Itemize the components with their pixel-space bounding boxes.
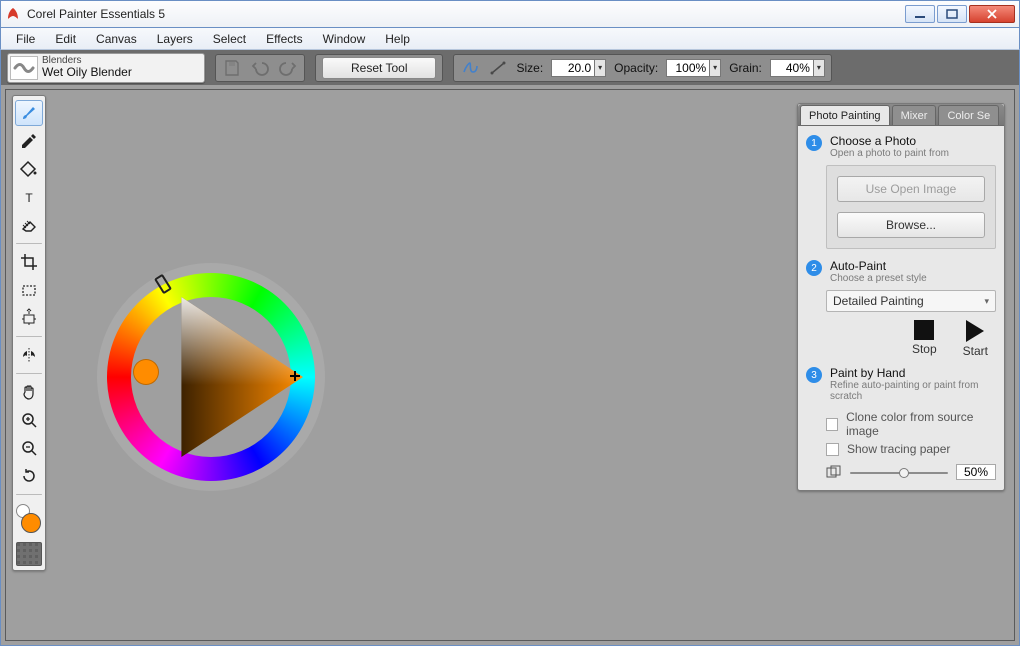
current-color-indicator	[133, 359, 159, 385]
straight-stroke-icon[interactable]	[488, 58, 508, 78]
app-title: Corel Painter Essentials 5	[27, 7, 905, 21]
toolbox: T	[12, 95, 46, 571]
step-1-sub: Open a photo to paint from	[830, 148, 949, 159]
size-input[interactable]	[551, 59, 595, 77]
stop-button[interactable]: Stop	[912, 320, 937, 358]
brush-name: Wet Oily Blender	[42, 66, 132, 79]
paper-swatch[interactable]	[16, 542, 42, 566]
step-3-badge: 3	[806, 367, 822, 383]
sv-marker[interactable]	[290, 371, 300, 381]
use-open-image-button[interactable]: Use Open Image	[837, 176, 985, 202]
menu-file[interactable]: File	[7, 30, 44, 48]
menubar: File Edit Canvas Layers Select Effects W…	[0, 28, 1020, 50]
preset-select[interactable]: Detailed Painting	[826, 290, 996, 312]
stop-label: Stop	[912, 342, 937, 356]
grain-label: Grain:	[729, 61, 762, 75]
menu-edit[interactable]: Edit	[46, 30, 85, 48]
tracing-paper-label: Show tracing paper	[847, 442, 950, 456]
paint-bucket-tool[interactable]	[15, 156, 43, 182]
tab-mixer[interactable]: Mixer	[892, 105, 937, 125]
panel-tabs: Photo Painting Mixer Color Se	[798, 104, 1004, 126]
start-label: Start	[963, 344, 988, 358]
clone-color-label: Clone color from source image	[846, 410, 996, 438]
photo-painting-panel: Photo Painting Mixer Color Se 1 Choose a…	[797, 103, 1005, 491]
dropper-tool[interactable]	[15, 128, 43, 154]
separator	[16, 373, 42, 374]
magnifier-out-tool[interactable]	[15, 435, 43, 461]
menu-layers[interactable]: Layers	[148, 30, 202, 48]
tab-photo-painting[interactable]: Photo Painting	[800, 105, 890, 125]
clone-color-checkbox[interactable]: Clone color from source image	[826, 410, 996, 438]
step-1-title: Choose a Photo	[830, 134, 949, 148]
checkbox-icon	[826, 443, 839, 456]
undo-icon	[250, 58, 270, 78]
minimize-button[interactable]	[905, 5, 935, 23]
opacity-input[interactable]	[666, 59, 710, 77]
browse-button[interactable]: Browse...	[837, 212, 985, 238]
tab-color-set[interactable]: Color Se	[938, 105, 999, 125]
menu-canvas[interactable]: Canvas	[87, 30, 146, 48]
workspace: T Photo Painting Mixer	[0, 85, 1020, 646]
transform-tool[interactable]	[15, 305, 43, 331]
separator	[16, 243, 42, 244]
color-wheel[interactable]	[97, 263, 325, 491]
step-2-sub: Choose a preset style	[830, 273, 927, 284]
step-2-title: Auto-Paint	[830, 259, 927, 273]
text-tool[interactable]: T	[15, 184, 43, 210]
redo-icon	[278, 58, 298, 78]
grain-dropdown[interactable]	[813, 59, 825, 77]
opacity-label: Opacity:	[614, 61, 658, 75]
brush-selector[interactable]: Blenders Wet Oily Blender	[7, 53, 205, 83]
step-1-badge: 1	[806, 135, 822, 151]
foreground-color-swatch[interactable]	[21, 513, 41, 533]
stop-icon	[914, 320, 934, 340]
tracing-opacity-value[interactable]: 50%	[956, 464, 996, 480]
color-swatch[interactable]	[15, 504, 43, 536]
menu-window[interactable]: Window	[314, 30, 375, 48]
brush-tool[interactable]	[15, 100, 43, 126]
tracing-paper-checkbox[interactable]: Show tracing paper	[826, 442, 996, 456]
start-button[interactable]: Start	[963, 320, 988, 358]
tracing-opacity-icon	[826, 465, 842, 479]
separator	[16, 336, 42, 337]
step-3-sub: Refine auto-painting or paint from scrat…	[830, 380, 996, 402]
selection-tool[interactable]	[15, 277, 43, 303]
menu-help[interactable]: Help	[376, 30, 419, 48]
step-3-title: Paint by Hand	[830, 366, 996, 380]
maximize-button[interactable]	[937, 5, 967, 23]
play-icon	[966, 320, 984, 342]
preset-value: Detailed Painting	[833, 294, 924, 308]
size-dropdown[interactable]	[594, 59, 606, 77]
tracing-opacity-slider[interactable]	[850, 467, 948, 478]
size-label: Size:	[516, 61, 543, 75]
sv-triangle[interactable]	[143, 297, 303, 457]
close-button[interactable]	[969, 5, 1015, 23]
menu-select[interactable]: Select	[204, 30, 255, 48]
toolbar: Blenders Wet Oily Blender Reset Tool Siz…	[0, 50, 1020, 85]
brush-thumb-icon	[10, 56, 38, 80]
app-icon	[5, 6, 21, 22]
crop-tool[interactable]	[15, 249, 43, 275]
rotate-tool[interactable]	[15, 463, 43, 489]
checkbox-icon	[826, 418, 838, 431]
step-2-badge: 2	[806, 260, 822, 276]
save-icon	[222, 58, 242, 78]
freehand-stroke-icon[interactable]	[460, 58, 480, 78]
opacity-dropdown[interactable]	[709, 59, 721, 77]
grain-input[interactable]	[770, 59, 814, 77]
eraser-tool[interactable]	[15, 212, 43, 238]
grabber-tool[interactable]	[15, 379, 43, 405]
menu-effects[interactable]: Effects	[257, 30, 311, 48]
separator	[16, 494, 42, 495]
magnifier-in-tool[interactable]	[15, 407, 43, 433]
titlebar: Corel Painter Essentials 5	[0, 0, 1020, 28]
svg-text:T: T	[25, 191, 33, 205]
reset-tool-button[interactable]: Reset Tool	[322, 57, 436, 79]
mirror-tool[interactable]	[15, 342, 43, 368]
